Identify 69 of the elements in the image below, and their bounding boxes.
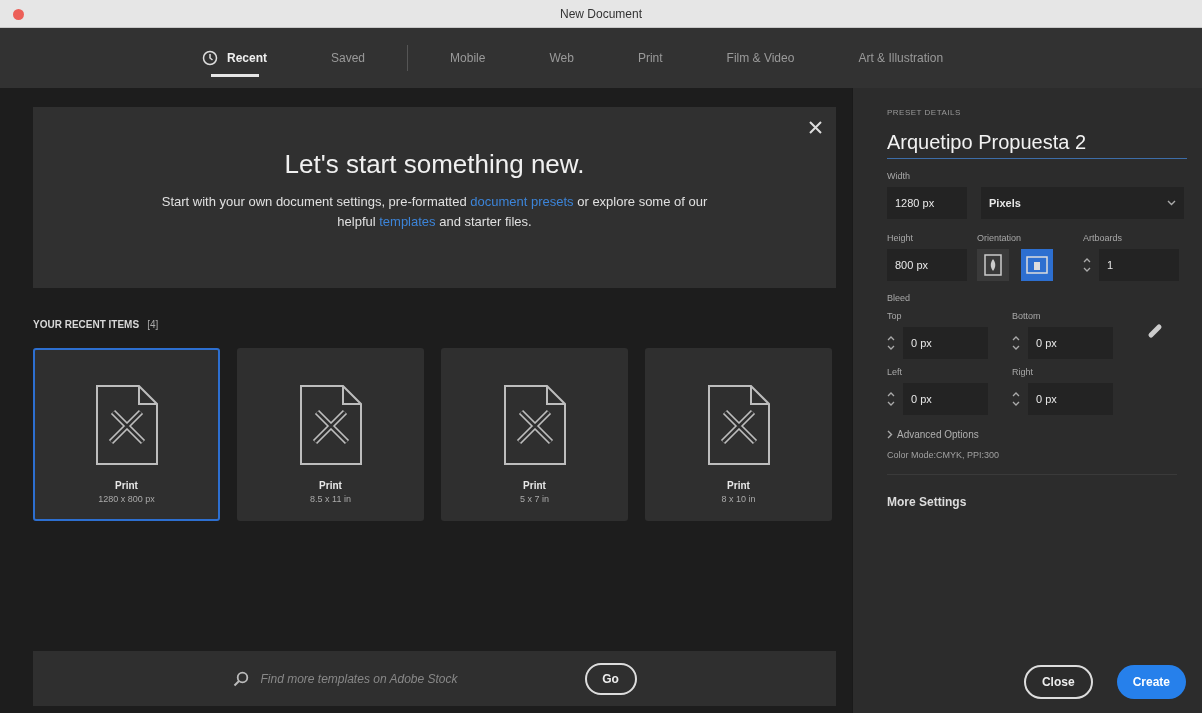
create-button[interactable]: Create: [1116, 665, 1186, 699]
input-field[interactable]: 0 px: [903, 383, 988, 415]
width-field[interactable]: 1280 px: [887, 187, 967, 219]
recent-item-card[interactable]: Print 1280 x 800 px: [33, 348, 220, 521]
field-label: Artboards: [1083, 233, 1124, 243]
input-field[interactable]: 0 px: [1028, 383, 1113, 415]
artboards-field[interactable]: 1: [1099, 249, 1179, 281]
close-icon[interactable]: [809, 121, 822, 134]
advanced-options-toggle[interactable]: Advanced Options: [897, 429, 979, 440]
item-size: 8 x 10 in: [721, 494, 756, 504]
section-heading: PRESET DETAILS: [887, 108, 962, 117]
portrait-icon: [984, 254, 1002, 276]
field-label: Orientation: [977, 233, 1023, 243]
stepper-icon[interactable]: [1012, 334, 1020, 352]
units-dropdown[interactable]: Pixels: [981, 187, 1184, 219]
banner-text: Start with your own document settings, pre-formatted document presets or explore some of our helpful templates and starter files.: [160, 193, 709, 231]
item-name: Print: [115, 480, 138, 491]
field-label: Top: [887, 311, 903, 321]
field-label: Right: [1012, 367, 1034, 377]
link[interactable]: document presets: [470, 194, 574, 209]
document-icon: [502, 384, 567, 466]
recent-item-card[interactable]: Print 5 x 7 in: [441, 348, 628, 521]
field-label: Left: [887, 367, 903, 377]
field-label: Width: [887, 171, 911, 181]
section-heading: YOUR RECENT ITEMS: [33, 319, 140, 330]
tab[interactable]: Web: [517, 28, 606, 88]
document-icon: [706, 384, 771, 466]
item-size: 1280 x 800 px: [98, 494, 155, 504]
recent-item-card[interactable]: Print 8.5 x 11 in: [237, 348, 424, 521]
search-field[interactable]: Find more templates on Adobe Stock: [258, 670, 513, 687]
chevron-down-icon: [1167, 200, 1176, 206]
color-mode-text: Color Mode:CMYK, PPI:300: [887, 450, 1177, 475]
window-title: New Document: [560, 6, 642, 21]
item-name: Print: [523, 480, 546, 491]
item-name: Print: [319, 480, 342, 491]
field-label: Height: [887, 233, 914, 243]
field-label: Bleed: [887, 293, 912, 303]
document-icon: [94, 384, 159, 466]
tab[interactable]: Mobile: [418, 28, 518, 88]
field-label: Bottom: [1012, 311, 1042, 321]
tab[interactable]: Print: [605, 28, 695, 88]
height-field[interactable]: 800 px: [887, 249, 967, 281]
orientation-toggle[interactable]: [1021, 249, 1053, 281]
more-settings-link[interactable]: More Settings: [887, 495, 1186, 509]
landscape-icon: [1026, 256, 1048, 274]
banner-heading: Let's start something new.: [284, 149, 585, 180]
recent-item-card[interactable]: Print 8 x 10 in: [645, 348, 832, 521]
preset-name-field[interactable]: Arquetipo Propuesta 2: [887, 131, 1187, 159]
tab[interactable]: Art & Illustration: [826, 28, 976, 88]
close-button[interactable]: Close: [1023, 665, 1093, 699]
tab[interactable]: Film & Video: [694, 28, 827, 88]
chevron-right-icon: [887, 430, 893, 439]
stepper-icon[interactable]: [1083, 256, 1091, 274]
input-field[interactable]: 0 px: [1028, 327, 1113, 359]
stepper-icon[interactable]: [1012, 390, 1020, 408]
clock-icon: [202, 50, 218, 66]
input-field[interactable]: 0 px: [903, 327, 988, 359]
tab[interactable]: Saved: [299, 28, 398, 88]
item-size: 5 x 7 in: [520, 494, 549, 504]
close-window-button[interactable]: [13, 9, 24, 20]
item-size: 8.5 x 11 in: [310, 494, 351, 504]
search-icon: [232, 670, 249, 687]
orientation-toggle[interactable]: [977, 249, 1009, 281]
item-name: Print: [727, 480, 750, 491]
stepper-icon[interactable]: [887, 390, 895, 408]
go-button[interactable]: Go: [584, 662, 637, 695]
stepper-icon[interactable]: [887, 334, 895, 352]
document-icon: [298, 384, 363, 466]
item-count: [4]: [147, 319, 159, 330]
